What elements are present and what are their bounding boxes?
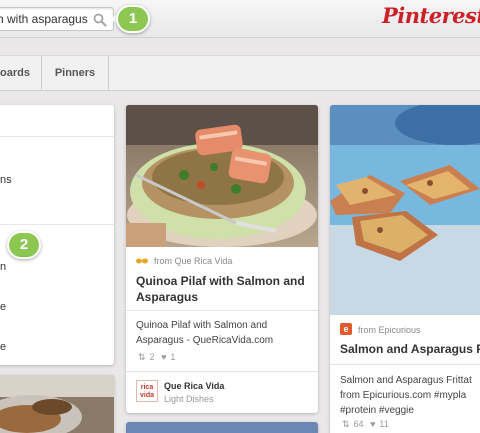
pin-stats: ⇅ 64 ♥ 11 <box>342 419 393 430</box>
callout-number: 1 <box>116 5 150 33</box>
source-prefix: from <box>358 325 376 335</box>
search-icon[interactable] <box>93 13 107 27</box>
repin-count: 64 <box>353 419 364 429</box>
list-item-label: ns <box>0 174 12 186</box>
pin-title[interactable]: Quinoa Pilaf with Salmon and Asparagus <box>136 273 312 305</box>
tab-pinners[interactable]: Pinners <box>42 56 109 90</box>
pin-card[interactable]: from Que Rica Vida Quinoa Pilaf with Sal… <box>126 105 318 413</box>
list-item-label: e <box>0 341 7 353</box>
pinner-avatar[interactable]: rica vida <box>136 380 158 402</box>
top-header: 1 Pinterest <box>0 0 480 38</box>
search-input[interactable] <box>0 11 89 27</box>
pin-source[interactable]: from Que Rica Vida <box>154 256 232 266</box>
repin-icon: ⇅ <box>342 419 350 429</box>
pin-source[interactable]: from Epicurious <box>358 325 421 335</box>
epicurious-icon: e <box>340 323 352 335</box>
heart-icon: ♥ <box>161 352 167 362</box>
callout-2: 2 <box>0 231 41 259</box>
pin-description: Salmon and Asparagus Frittat from Epicur… <box>340 375 472 416</box>
pin-title[interactable]: Salmon and Asparagus Fr <box>340 341 480 357</box>
repin-count: 2 <box>149 352 155 362</box>
repin-icon: ⇅ <box>138 352 146 362</box>
pin-image <box>126 422 318 433</box>
pin-stats: ⇅ 2 ♥ 1 <box>138 352 179 363</box>
divider <box>330 364 480 365</box>
list-item-label: n <box>0 261 7 273</box>
search-tabs: oards Pinners <box>0 55 480 91</box>
list-item[interactable]: ns <box>0 137 114 225</box>
leaf-icon <box>136 258 148 264</box>
divider <box>126 310 318 311</box>
source-name: Epicurious <box>378 325 421 335</box>
list-item[interactable] <box>0 105 114 137</box>
pin-image[interactable] <box>330 105 480 315</box>
board-name[interactable]: Light Dishes <box>164 394 214 404</box>
pinterest-logo[interactable]: Pinterest <box>382 3 480 33</box>
callout-1: 1 <box>109 5 150 33</box>
callout-number: 2 <box>7 231 41 259</box>
like-count: 11 <box>379 419 389 429</box>
pin-description: Quinoa Pilaf with Salmon and Asparagus -… <box>136 320 274 346</box>
pinner-name[interactable]: Que Rica Vida <box>164 381 224 391</box>
tab-boards[interactable]: oards <box>0 56 42 90</box>
like-count: 1 <box>170 352 176 362</box>
pin-card[interactable] <box>126 422 318 433</box>
source-name: Que Rica Vida <box>174 256 233 266</box>
search-box[interactable] <box>0 7 114 31</box>
food-photo <box>0 375 114 433</box>
source-prefix: from <box>154 256 172 266</box>
pin-image[interactable] <box>126 105 318 247</box>
heart-icon: ♥ <box>370 419 376 429</box>
pin-card[interactable] <box>0 375 114 433</box>
pin-card[interactable]: e from Epicurious Salmon and Asparagus F… <box>330 105 480 433</box>
avatar-logo-text: rica vida <box>139 384 154 399</box>
list-item-label: e <box>0 301 7 313</box>
divider <box>126 371 318 372</box>
